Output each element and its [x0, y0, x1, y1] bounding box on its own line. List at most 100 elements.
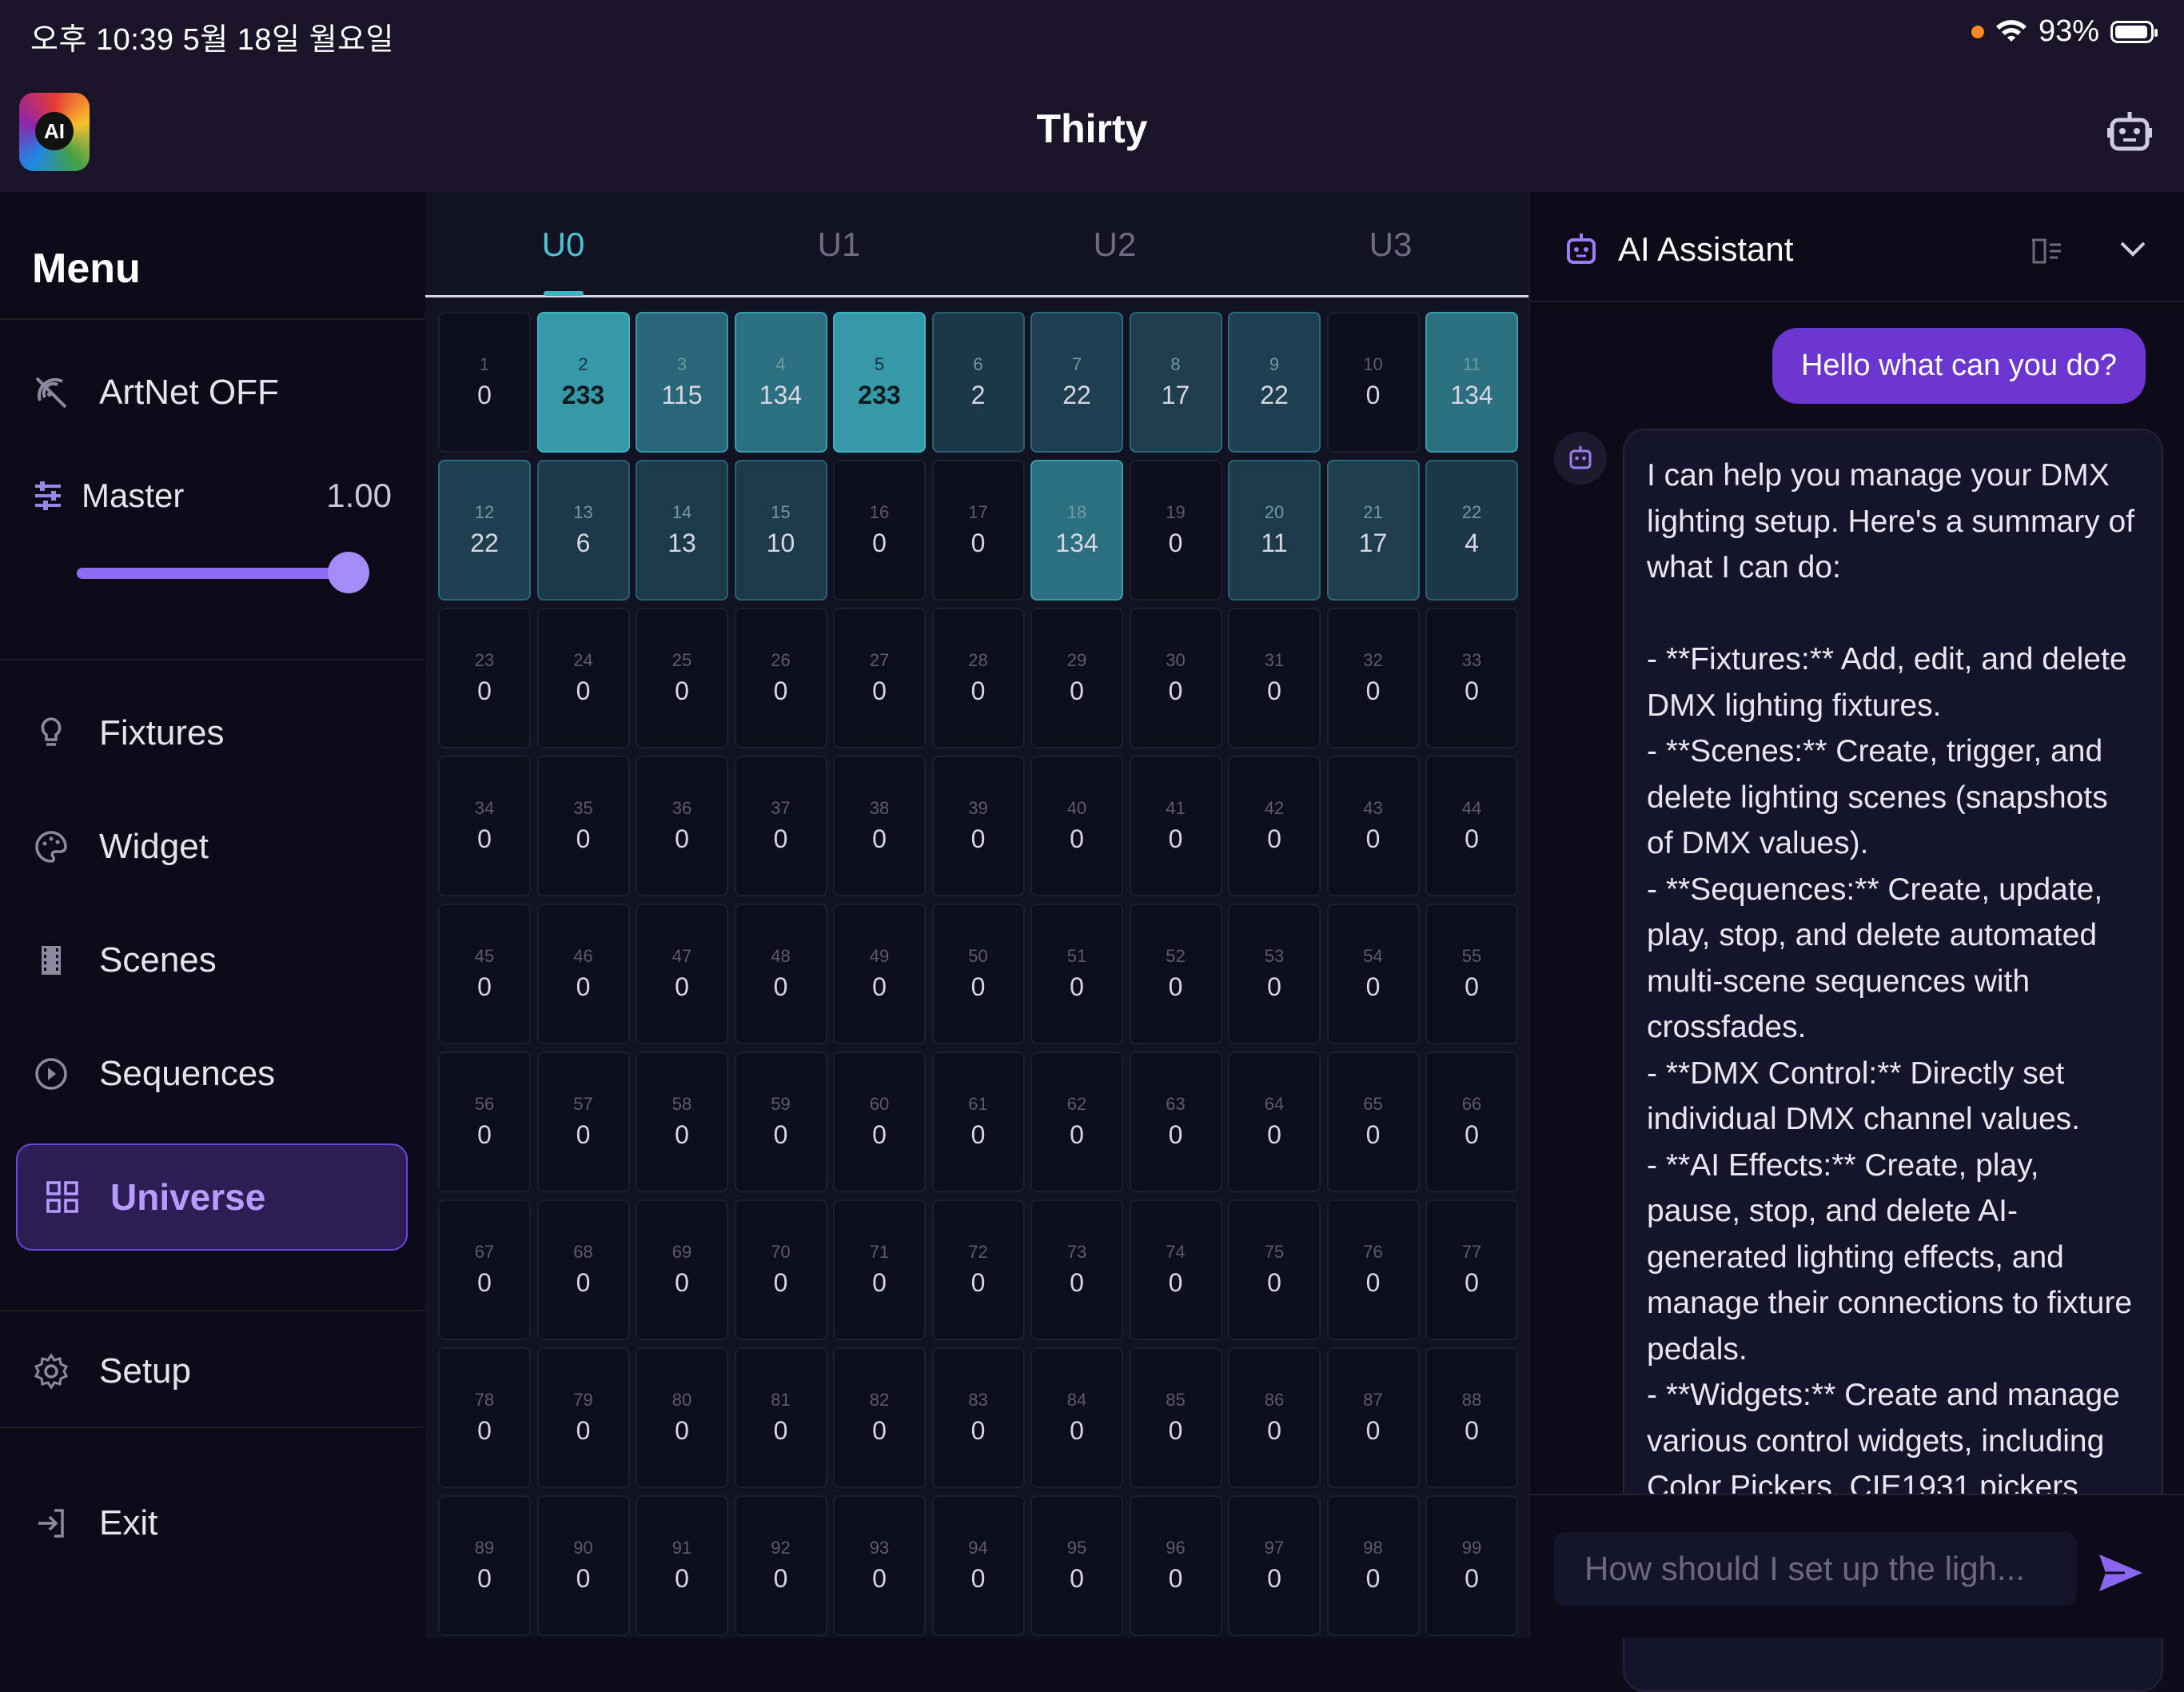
tab-u3[interactable]: U3 [1253, 225, 1528, 264]
dmx-channel-cell[interactable]: 10 0 [1326, 312, 1420, 453]
dmx-channel-cell[interactable]: 90 0 [536, 1495, 630, 1636]
sidebar-item-widget[interactable]: Widget [32, 827, 209, 867]
dmx-channel-cell[interactable]: 67 0 [438, 1199, 531, 1340]
dmx-channel-cell[interactable]: 13 6 [536, 460, 630, 601]
send-icon[interactable] [2093, 1545, 2149, 1601]
sidebar-item-sequences[interactable]: Sequences [32, 1054, 275, 1094]
dmx-channel-cell[interactable]: 32 0 [1326, 608, 1420, 748]
dmx-channel-cell[interactable]: 68 0 [536, 1199, 630, 1340]
dmx-channel-cell[interactable]: 7 22 [1030, 312, 1123, 453]
dmx-channel-cell[interactable]: 2 233 [536, 312, 630, 453]
dmx-channel-cell[interactable]: 83 0 [931, 1347, 1025, 1488]
dmx-channel-cell[interactable]: 85 0 [1129, 1347, 1222, 1488]
dmx-channel-cell[interactable]: 20 11 [1228, 460, 1321, 601]
dmx-channel-cell[interactable]: 43 0 [1326, 756, 1420, 896]
dmx-channel-cell[interactable]: 66 0 [1425, 1052, 1518, 1192]
dmx-channel-cell[interactable]: 97 0 [1228, 1495, 1321, 1636]
chat-input[interactable] [1554, 1532, 2077, 1606]
dmx-channel-cell[interactable]: 70 0 [734, 1199, 827, 1340]
dmx-channel-cell[interactable]: 72 0 [931, 1199, 1025, 1340]
dmx-channel-cell[interactable]: 74 0 [1129, 1199, 1222, 1340]
dmx-channel-cell[interactable]: 9 22 [1228, 312, 1321, 453]
dmx-channel-cell[interactable]: 73 0 [1030, 1199, 1123, 1340]
dmx-channel-cell[interactable]: 62 [931, 312, 1025, 453]
dmx-channel-cell[interactable]: 65 0 [1326, 1052, 1420, 1192]
dmx-channel-cell[interactable]: 42 0 [1228, 756, 1321, 896]
dmx-channel-cell[interactable]: 54 0 [1326, 904, 1420, 1044]
dmx-channel-cell[interactable]: 98 0 [1326, 1495, 1420, 1636]
dmx-channel-cell[interactable]: 86 0 [1228, 1347, 1321, 1488]
artnet-toggle[interactable]: ArtNet OFF [32, 373, 279, 413]
sidebar-item-setup[interactable]: Setup [32, 1351, 191, 1391]
dmx-channel-cell[interactable]: 12 22 [438, 460, 531, 601]
dmx-channel-cell[interactable]: 56 0 [438, 1052, 531, 1192]
dmx-channel-cell[interactable]: 10 [438, 312, 531, 453]
dmx-channel-cell[interactable]: 30 0 [1129, 608, 1222, 748]
dmx-channel-cell[interactable]: 25 0 [636, 608, 728, 748]
dmx-channel-cell[interactable]: 53 0 [1228, 904, 1321, 1044]
dmx-channel-cell[interactable]: 55 0 [1425, 904, 1518, 1044]
dmx-channel-cell[interactable]: 64 0 [1228, 1052, 1321, 1192]
dmx-channel-cell[interactable]: 63 0 [1129, 1052, 1222, 1192]
dmx-channel-cell[interactable]: 5 233 [833, 312, 926, 453]
master-slider-track[interactable] [77, 568, 349, 579]
dmx-channel-cell[interactable]: 28 0 [931, 608, 1025, 748]
dmx-channel-cell[interactable]: 80 0 [636, 1347, 728, 1488]
dmx-channel-cell[interactable]: 22 4 [1425, 460, 1518, 601]
dmx-channel-cell[interactable]: 18 134 [1030, 460, 1123, 601]
dmx-channel-cell[interactable]: 19 0 [1129, 460, 1222, 601]
dmx-channel-cell[interactable]: 96 0 [1129, 1495, 1222, 1636]
tab-u0[interactable]: U0 [425, 225, 701, 264]
dmx-channel-cell[interactable]: 91 0 [636, 1495, 728, 1636]
dmx-channel-cell[interactable]: 26 0 [734, 608, 827, 748]
dmx-channel-cell[interactable]: 40 0 [1030, 756, 1123, 896]
dmx-channel-cell[interactable]: 61 0 [931, 1052, 1025, 1192]
chevron-down-icon[interactable] [2115, 232, 2150, 267]
dmx-channel-cell[interactable]: 45 0 [438, 904, 531, 1044]
dmx-channel-cell[interactable]: 27 0 [833, 608, 926, 748]
dmx-channel-cell[interactable]: 48 0 [734, 904, 827, 1044]
dmx-channel-cell[interactable]: 15 10 [734, 460, 827, 601]
dmx-channel-cell[interactable]: 95 0 [1030, 1495, 1123, 1636]
dmx-channel-cell[interactable]: 62 0 [1030, 1052, 1123, 1192]
tab-u2[interactable]: U2 [977, 225, 1253, 264]
dmx-channel-cell[interactable]: 17 0 [931, 460, 1025, 601]
dmx-channel-cell[interactable]: 44 0 [1425, 756, 1518, 896]
dmx-channel-cell[interactable]: 92 0 [734, 1495, 827, 1636]
dmx-channel-cell[interactable]: 76 0 [1326, 1199, 1420, 1340]
master-slider-handle[interactable] [328, 552, 369, 593]
dmx-channel-cell[interactable]: 49 0 [833, 904, 926, 1044]
dmx-channel-cell[interactable]: 75 0 [1228, 1199, 1321, 1340]
dmx-channel-cell[interactable]: 71 0 [833, 1199, 926, 1340]
dmx-channel-cell[interactable]: 78 0 [438, 1347, 531, 1488]
sidebar-item-fixtures[interactable]: Fixtures [32, 713, 224, 753]
dmx-channel-cell[interactable]: 36 0 [636, 756, 728, 896]
dmx-channel-cell[interactable]: 99 0 [1425, 1495, 1518, 1636]
dmx-channel-cell[interactable]: 82 0 [833, 1347, 926, 1488]
dmx-channel-cell[interactable]: 58 0 [636, 1052, 728, 1192]
dmx-channel-cell[interactable]: 77 0 [1425, 1199, 1518, 1340]
dmx-channel-cell[interactable]: 24 0 [536, 608, 630, 748]
dmx-channel-cell[interactable]: 57 0 [536, 1052, 630, 1192]
dmx-channel-cell[interactable]: 31 0 [1228, 608, 1321, 748]
sidebar-item-exit[interactable]: Exit [32, 1503, 157, 1543]
dmx-channel-cell[interactable]: 29 0 [1030, 608, 1123, 748]
dmx-channel-cell[interactable]: 37 0 [734, 756, 827, 896]
sidebar-item-scenes[interactable]: Scenes [32, 940, 217, 980]
dmx-channel-cell[interactable]: 47 0 [636, 904, 728, 1044]
tab-u1[interactable]: U1 [701, 225, 977, 264]
dmx-channel-cell[interactable]: 87 0 [1326, 1347, 1420, 1488]
dmx-channel-cell[interactable]: 39 0 [931, 756, 1025, 896]
dmx-channel-cell[interactable]: 79 0 [536, 1347, 630, 1488]
dmx-channel-cell[interactable]: 59 0 [734, 1052, 827, 1192]
dmx-channel-cell[interactable]: 93 0 [833, 1495, 926, 1636]
dmx-channel-cell[interactable]: 69 0 [636, 1199, 728, 1340]
dmx-channel-cell[interactable]: 23 0 [438, 608, 531, 748]
dmx-channel-cell[interactable]: 33 0 [1425, 608, 1518, 748]
dmx-channel-cell[interactable]: 84 0 [1030, 1347, 1123, 1488]
dmx-channel-cell[interactable]: 16 0 [833, 460, 926, 601]
dmx-channel-cell[interactable]: 51 0 [1030, 904, 1123, 1044]
dmx-channel-cell[interactable]: 4 134 [734, 312, 827, 453]
dmx-channel-cell[interactable]: 60 0 [833, 1052, 926, 1192]
dmx-channel-cell[interactable]: 94 0 [931, 1495, 1025, 1636]
